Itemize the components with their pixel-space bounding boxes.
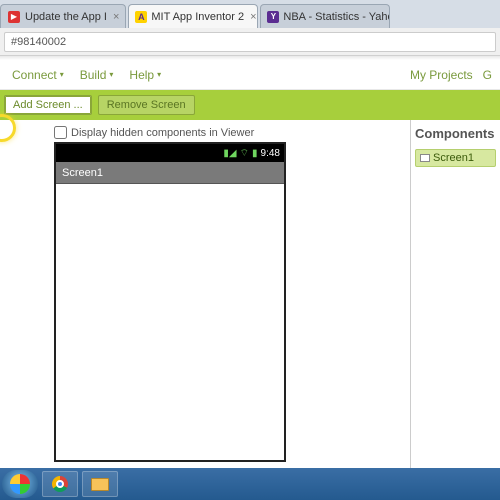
browser-tabbar: ▶ Update the App I × A MIT App Inventor … (0, 0, 500, 28)
chrome-icon (52, 476, 68, 492)
components-panel: Components Screen1 (410, 120, 500, 500)
display-hidden-row: Display hidden components in Viewer (0, 126, 406, 139)
close-icon[interactable]: × (113, 11, 119, 23)
action-bar: Add Screen ... Remove Screen (0, 90, 500, 120)
close-icon[interactable]: × (250, 11, 256, 23)
url-input[interactable] (4, 32, 496, 52)
component-tree-item[interactable]: Screen1 (415, 149, 496, 167)
menu-truncated[interactable]: G (483, 68, 492, 82)
app-menubar: Connect ▾ Build ▾ Help ▾ My Projects G (0, 60, 500, 90)
windows-orb-icon (10, 474, 30, 494)
tab-label: Update the App I (25, 11, 107, 23)
battery-icon: ▮ (252, 148, 258, 159)
screen-title: Screen1 (62, 167, 103, 179)
screen-icon (420, 154, 430, 162)
components-heading: Components (415, 126, 496, 141)
browser-tab[interactable]: Y NBA - Statistics - Yahoo S × (260, 4, 390, 28)
viewer-column: Display hidden components in Viewer ▮◢ ⌔… (0, 120, 410, 500)
menu-build[interactable]: Build ▾ (72, 64, 122, 86)
taskbar-chrome[interactable] (42, 471, 78, 497)
favicon-icon: ▶ (7, 10, 21, 24)
screen-title-bar: Screen1 (56, 162, 284, 184)
menu-help[interactable]: Help ▾ (121, 64, 169, 86)
remove-screen-button[interactable]: Remove Screen (98, 95, 195, 115)
chevron-down-icon: ▾ (157, 70, 161, 79)
menu-label: Connect (12, 68, 57, 82)
clock-label: 9:48 (261, 148, 280, 159)
menu-connect[interactable]: Connect ▾ (4, 64, 72, 86)
display-hidden-label: Display hidden components in Viewer (71, 127, 254, 139)
menu-label: Build (80, 68, 107, 82)
screen-canvas[interactable] (56, 184, 284, 460)
tab-label: MIT App Inventor 2 (151, 11, 244, 23)
tab-label: NBA - Statistics - Yahoo S (283, 11, 390, 23)
favicon-icon: A (135, 10, 147, 24)
address-bar (0, 28, 500, 56)
chevron-down-icon: ▾ (60, 70, 64, 79)
chevron-down-icon: ▾ (109, 70, 113, 79)
phone-preview: ▮◢ ⌔ ▮ 9:48 Screen1 (54, 142, 286, 462)
wifi-icon: ⌔ (240, 147, 249, 160)
add-screen-button[interactable]: Add Screen ... (4, 95, 92, 115)
folder-icon (91, 478, 109, 491)
phone-status-bar: ▮◢ ⌔ ▮ 9:48 (56, 144, 284, 162)
browser-tab[interactable]: ▶ Update the App I × (0, 4, 126, 28)
taskbar-explorer[interactable] (82, 471, 118, 497)
favicon-icon: Y (267, 10, 279, 24)
menu-label: Help (129, 68, 154, 82)
browser-tab[interactable]: A MIT App Inventor 2 × (128, 4, 258, 28)
windows-taskbar (0, 468, 500, 500)
menu-my-projects[interactable]: My Projects (410, 68, 473, 82)
component-label: Screen1 (433, 152, 474, 164)
signal-icon: ▮◢ (223, 148, 236, 159)
display-hidden-checkbox[interactable] (54, 126, 67, 139)
start-button[interactable] (2, 470, 38, 498)
work-area: Display hidden components in Viewer ▮◢ ⌔… (0, 120, 500, 500)
